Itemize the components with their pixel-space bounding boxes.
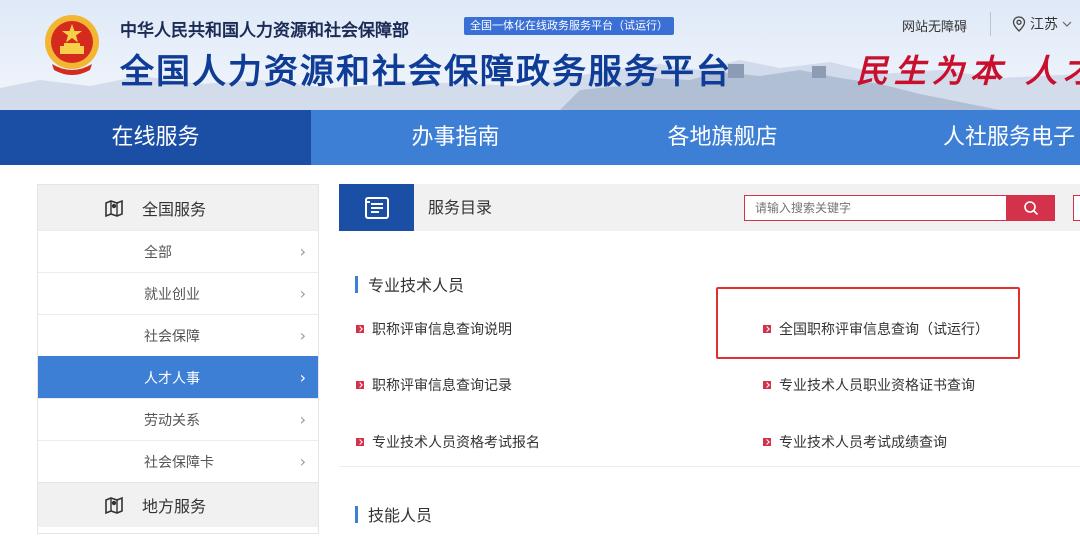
service-link-label: 专业技术人员考试成绩查询 [779,435,947,451]
accessibility-link[interactable]: 网站无障碍 [902,16,967,35]
search-input[interactable] [744,195,1007,221]
catalog-icon-box [339,184,414,231]
bullet-icon [763,438,771,446]
nav-service-guide[interactable]: 办事指南 [311,110,600,165]
map-icon [105,199,123,217]
chevron-right-icon: › [299,326,306,345]
national-emblem-icon [45,15,99,75]
map-icon [105,496,123,515]
site-title[interactable]: 全国人力资源和社会保障政务服务平台 [120,44,732,93]
sidebar-item-all[interactable]: 全部 › [38,230,318,272]
chevron-right-icon: › [299,452,306,471]
category-title: 专业技术人员 [355,272,464,296]
category-marker [355,505,358,523]
bullet-icon [356,325,364,333]
sidebar-section-national[interactable]: 全国服务 [38,185,318,230]
sidebar-item-social-security[interactable]: 社会保障 › [38,314,318,356]
service-link[interactable]: 专业技术人员资格考试报名 [356,432,540,452]
chevron-right-icon: › [299,242,306,261]
site-header: 中华人民共和国人力资源和社会保障部 全国一体化在线政务服务平台（试运行） 全国人… [0,0,1080,110]
search-icon [1024,201,1039,216]
sidebar-section-label: 全国服务 [142,199,207,219]
nav-local-stores[interactable]: 各地旗舰店 [600,110,845,165]
sidebar-item-label: 就业创业 [144,286,200,303]
sidebar-item-labor-relations[interactable]: 劳动关系 › [38,398,318,440]
chevron-right-icon: › [299,410,306,429]
category-title: 技能人员 [355,502,432,526]
chevron-right-icon: › [299,284,306,303]
nav-e-service[interactable]: 人社服务电子 [845,110,1080,165]
sidebar-item-label: 全部 [144,244,172,261]
chevron-right-icon: › [299,368,306,387]
map-pin-icon [1012,16,1026,32]
slogan-calligraphy: 民生为本 人才 [856,52,1080,90]
catalog-icon [364,196,389,219]
category-divider [339,466,1080,467]
service-link[interactable]: 专业技术人员考试成绩查询 [763,432,947,452]
bullet-icon [356,381,364,389]
sidebar-item-label: 社会保障卡 [144,454,214,471]
catalog-title: 服务目录 [428,198,493,217]
bullet-icon [356,438,364,446]
location-selector[interactable]: 江苏 [1012,14,1072,34]
service-link-label: 职称评审信息查询记录 [372,378,512,394]
beta-badge: 全国一体化在线政务服务平台（试运行） [464,17,674,35]
header-divider [990,12,991,36]
service-link[interactable]: 专业技术人员职业资格证书查询 [763,375,975,395]
sidebar-section-label: 地方服务 [142,497,207,516]
nav-online-services[interactable]: 在线服务 [0,110,311,165]
sidebar-item-employment[interactable]: 就业创业 › [38,272,318,314]
catalog-header: 服务目录 [339,184,1080,231]
search-button[interactable] [1007,195,1055,221]
main-content: 服务目录 专业技术人员 职称评审信息查询说明 全国职称评审信息查询（试运行） 职… [339,184,1080,540]
sidebar-item-talent-personnel[interactable]: 人才人事 › [38,356,318,398]
category-label: 专业技术人员 [368,276,465,295]
service-link-label: 专业技术人员资格考试报名 [372,435,540,451]
service-link-label: 职称评审信息查询说明 [372,322,512,338]
sidebar: 全国服务 全部 › 就业创业 › 社会保障 › 人才人事 › 劳动关系 › 社会… [37,184,319,534]
sidebar-item-label: 社会保障 [144,328,200,345]
search-extra-control[interactable] [1073,195,1080,221]
bullet-icon [763,381,771,389]
category-marker [355,275,358,293]
service-link[interactable]: 职称评审信息查询记录 [356,375,512,395]
category-label: 技能人员 [368,506,433,525]
highlight-annotation [716,287,1020,359]
sidebar-item-label: 劳动关系 [144,412,200,429]
service-link[interactable]: 职称评审信息查询说明 [356,319,512,339]
main-nav: 在线服务 办事指南 各地旗舰店 人社服务电子 [0,110,1080,165]
sidebar-item-social-security-card[interactable]: 社会保障卡 › [38,440,318,482]
org-name: 中华人民共和国人力资源和社会保障部 [120,21,409,41]
location-label: 江苏 [1030,17,1058,33]
chevron-down-icon [1062,21,1072,27]
sidebar-item-label: 人才人事 [144,370,200,387]
service-link-label: 专业技术人员职业资格证书查询 [779,378,975,394]
sidebar-section-local[interactable]: 地方服务 [38,482,318,527]
